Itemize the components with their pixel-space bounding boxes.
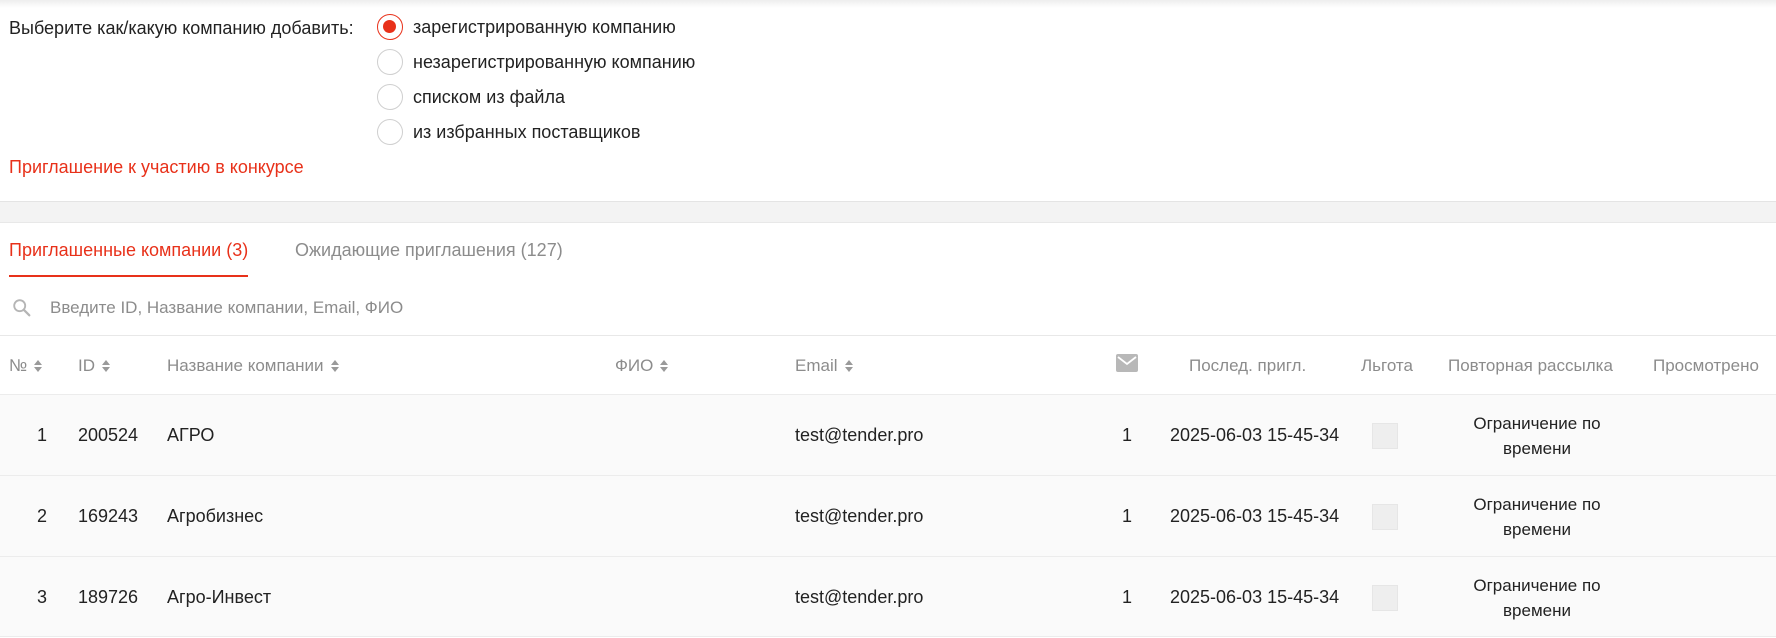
radio-unregistered-company[interactable]: незарегистрированную компанию bbox=[377, 49, 695, 75]
table-row: 1 200524 АГРО test@tender.pro 1 2025-06-… bbox=[0, 394, 1776, 475]
search-input[interactable] bbox=[50, 292, 950, 324]
radio-list-from-file[interactable]: списком из файла bbox=[377, 84, 565, 110]
top-shadow bbox=[0, 0, 1776, 8]
radio-button[interactable] bbox=[377, 49, 403, 75]
radio-button-checked[interactable] bbox=[377, 14, 403, 40]
column-label: № bbox=[9, 356, 28, 375]
sort-icon[interactable] bbox=[34, 360, 43, 372]
company-email: test@tender.pro bbox=[795, 506, 924, 526]
last-invite-date: 2025-06-03 15-45-34 bbox=[1170, 506, 1340, 526]
column-header-viewed: Просмотрено bbox=[1653, 356, 1759, 375]
company-id: 169243 bbox=[78, 506, 139, 526]
radio-label: зарегистрированную компанию bbox=[413, 16, 676, 37]
last-invite-date: 2025-06-03 15-45-34 bbox=[1170, 425, 1340, 445]
column-header-last-invite: Послед. пригл. bbox=[1189, 356, 1307, 375]
company-name[interactable]: АГРО bbox=[167, 425, 214, 446]
sent-count: 1 bbox=[1121, 506, 1132, 526]
table-header: № ID Название компании ФИО Email Послед.… bbox=[0, 337, 1776, 394]
section-divider bbox=[0, 201, 1776, 223]
search-bar bbox=[0, 290, 1776, 336]
sort-icon[interactable] bbox=[844, 360, 853, 372]
tab-pending-invitations[interactable]: Ожидающие приглашения (127) bbox=[295, 240, 563, 275]
radio-label: из избранных поставщиков bbox=[413, 121, 641, 142]
add-company-label: Выберите как/какую компанию добавить: bbox=[9, 18, 354, 38]
company-id: 189726 bbox=[78, 587, 139, 607]
resend-status: Ограничение по времени bbox=[1473, 495, 1601, 539]
radio-button[interactable] bbox=[377, 84, 403, 110]
sent-count: 1 bbox=[1121, 425, 1132, 445]
column-label: Email bbox=[795, 356, 838, 375]
benefit-checkbox[interactable] bbox=[1372, 585, 1398, 611]
sort-icon[interactable] bbox=[102, 360, 110, 372]
radio-label: незарегистрированную компанию bbox=[413, 51, 696, 72]
column-label: ID bbox=[78, 356, 95, 375]
invite-to-tender-link[interactable]: Приглашение к участию в конкурсе bbox=[9, 157, 304, 178]
column-header-company[interactable]: Название компании bbox=[167, 356, 339, 376]
radio-button[interactable] bbox=[377, 119, 403, 145]
column-label: ФИО bbox=[615, 356, 654, 375]
tab-invited-companies[interactable]: Приглашенные компании (3) bbox=[9, 240, 249, 277]
company-name[interactable]: Агро-Инвест bbox=[167, 587, 271, 608]
table-row: 2 169243 Агробизнес test@tender.pro 1 20… bbox=[0, 475, 1776, 556]
row-number: 3 bbox=[36, 587, 47, 607]
company-email: test@tender.pro bbox=[795, 587, 924, 607]
column-header-fio[interactable]: ФИО bbox=[615, 356, 669, 376]
column-header-num[interactable]: № bbox=[9, 356, 43, 376]
search-icon bbox=[13, 299, 31, 317]
sort-icon[interactable] bbox=[330, 360, 339, 372]
company-email: test@tender.pro bbox=[795, 425, 924, 445]
sort-icon[interactable] bbox=[660, 360, 669, 372]
resend-status: Ограничение по времени bbox=[1473, 576, 1601, 620]
radio-registered-company[interactable]: зарегистрированную компанию bbox=[377, 14, 676, 40]
column-header-benefit: Льгота bbox=[1361, 356, 1413, 375]
benefit-checkbox[interactable] bbox=[1372, 504, 1398, 530]
column-label: Название компании bbox=[167, 356, 324, 375]
table-row: 3 189726 Агро-Инвест test@tender.pro 1 2… bbox=[0, 556, 1776, 637]
row-number: 2 bbox=[36, 506, 47, 526]
radio-label: списком из файла bbox=[413, 86, 565, 107]
column-header-email[interactable]: Email bbox=[795, 356, 853, 376]
column-header-id[interactable]: ID bbox=[78, 356, 110, 376]
last-invite-date: 2025-06-03 15-45-34 bbox=[1170, 587, 1340, 607]
mail-icon bbox=[1116, 354, 1138, 372]
company-id: 200524 bbox=[78, 425, 139, 445]
radio-favorite-suppliers[interactable]: из избранных поставщиков bbox=[377, 119, 640, 145]
column-header-resend: Повторная рассылка bbox=[1448, 356, 1613, 375]
benefit-checkbox[interactable] bbox=[1372, 423, 1398, 449]
row-number: 1 bbox=[36, 425, 47, 445]
sent-count: 1 bbox=[1121, 587, 1132, 607]
company-name[interactable]: Агробизнес bbox=[167, 506, 263, 527]
resend-status: Ограничение по времени bbox=[1473, 414, 1601, 458]
table-body: 1 200524 АГРО test@tender.pro 1 2025-06-… bbox=[0, 394, 1776, 637]
